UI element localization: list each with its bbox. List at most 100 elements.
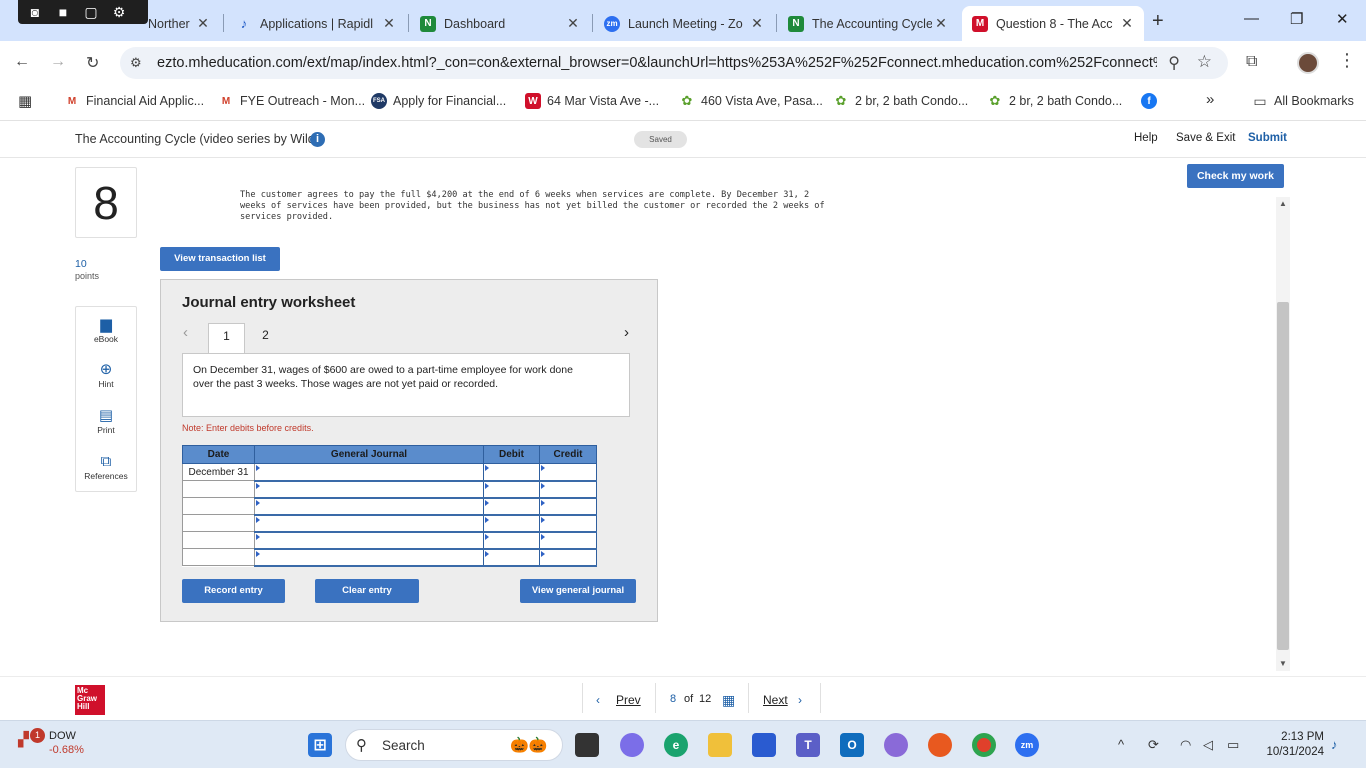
taskbar-search[interactable]: ⚲ Search 🎃🎃	[345, 729, 563, 761]
zoom-app-icon[interactable]: zm	[1015, 733, 1039, 757]
task-view-icon[interactable]	[575, 733, 599, 757]
stock-widget[interactable]: DOW -0.68%	[49, 729, 84, 757]
clear-entry-button[interactable]: Clear entry	[315, 579, 419, 603]
network-sync-icon[interactable]: ⟳	[1148, 737, 1159, 753]
next-chevron-icon[interactable]: ›	[798, 693, 802, 707]
site-settings-icon[interactable]: ⚙	[130, 55, 142, 71]
bookmark-item[interactable]: ✿ 460 Vista Ave, Pasa...	[679, 93, 823, 109]
minimize-button[interactable]: —	[1244, 10, 1259, 27]
gear-icon[interactable]: ⚙	[110, 4, 128, 21]
copilot-icon[interactable]	[620, 733, 644, 757]
bookmark-item[interactable]: ✿ 2 br, 2 bath Condo...	[987, 93, 1123, 109]
debit-input[interactable]	[483, 497, 540, 516]
bookmark-star-icon[interactable]: ☆	[1197, 52, 1212, 72]
worksheet-tab-2[interactable]: 2	[247, 323, 284, 353]
teams-icon[interactable]: T	[796, 733, 820, 757]
close-tab-icon[interactable]: ✕	[932, 15, 950, 32]
omnibox[interactable]: ⚙ ezto.mheducation.com/ext/map/index.htm…	[120, 47, 1228, 79]
maximize-button[interactable]: ❐	[1290, 10, 1303, 28]
zoom-magnifier-icon[interactable]: ⚲	[1168, 53, 1180, 73]
scroll-up-icon[interactable]: ▲	[1276, 199, 1290, 208]
debit-input[interactable]	[483, 463, 540, 482]
scroll-down-icon[interactable]: ▼	[1276, 659, 1290, 668]
profile-avatar[interactable]	[1297, 52, 1319, 74]
extensions-icon[interactable]: ⧉	[1246, 53, 1257, 71]
record-entry-button[interactable]: Record entry	[182, 579, 285, 603]
debit-input[interactable]	[483, 548, 540, 567]
submit-link[interactable]: Submit	[1248, 132, 1287, 144]
worksheet-prev-chevron-icon[interactable]: ‹	[183, 324, 188, 341]
date-cell[interactable]	[182, 548, 255, 566]
back-button[interactable]: ←	[14, 53, 30, 71]
file-explorer-icon[interactable]	[708, 733, 732, 757]
scrollbar-thumb[interactable]	[1277, 302, 1289, 650]
prev-button[interactable]: Prev	[616, 693, 641, 707]
bookmarks-overflow-button[interactable]: »	[1206, 91, 1214, 108]
microsoft-store-icon[interactable]	[752, 733, 776, 757]
browser-tab-active[interactable]: M Question 8 - The Acc ✕	[962, 6, 1144, 41]
close-tab-icon[interactable]: ✕	[564, 15, 582, 32]
date-cell[interactable]	[182, 531, 255, 549]
browser-menu-icon[interactable]: ⋮	[1338, 50, 1356, 71]
reload-button[interactable]: ↻	[86, 53, 99, 73]
window-icon[interactable]: ▢	[82, 4, 100, 21]
date-cell[interactable]	[182, 480, 255, 498]
debit-input[interactable]	[483, 480, 540, 499]
content-scrollbar[interactable]: ▲ ▼	[1276, 197, 1290, 671]
next-button[interactable]: Next	[763, 693, 788, 707]
debit-input[interactable]	[483, 514, 540, 533]
print-button[interactable]: ▤ Print	[76, 408, 136, 436]
ebook-button[interactable]: ▆ eBook	[76, 317, 136, 345]
url-text[interactable]: ezto.mheducation.com/ext/map/index.html?…	[157, 55, 1157, 71]
browser-tab[interactable]: N Dashboard ✕	[410, 6, 590, 41]
references-button[interactable]: ⧉ References	[76, 454, 136, 482]
tray-overflow-icon[interactable]: ^	[1118, 737, 1124, 752]
outlook-icon[interactable]: O	[840, 733, 864, 757]
general-journal-input[interactable]	[254, 514, 484, 533]
credit-input[interactable]	[539, 548, 597, 567]
wifi-icon[interactable]: ◠	[1180, 737, 1191, 753]
bookmark-item[interactable]: M FYE Outreach - Mon...	[218, 93, 365, 109]
general-journal-input[interactable]	[254, 548, 484, 567]
debit-input[interactable]	[483, 531, 540, 550]
camera-icon[interactable]: ◙	[26, 4, 44, 20]
worksheet-next-chevron-icon[interactable]: ›	[624, 324, 629, 341]
view-transaction-list-button[interactable]: View transaction list	[160, 247, 280, 271]
bookmark-item[interactable]: ✿ 2 br, 2 bath Condo...	[833, 93, 969, 109]
save-exit-link[interactable]: Save & Exit	[1176, 132, 1235, 144]
credit-input[interactable]	[539, 497, 597, 516]
edge-icon[interactable]: e	[664, 733, 688, 757]
chrome-icon[interactable]	[972, 733, 996, 757]
credit-input[interactable]	[539, 514, 597, 533]
bookmark-item[interactable]: M Financial Aid Applic...	[64, 93, 204, 109]
general-journal-input[interactable]	[254, 497, 484, 516]
all-bookmarks-button[interactable]: ▭ All Bookmarks	[1252, 93, 1354, 109]
close-tab-icon[interactable]: ✕	[748, 15, 766, 32]
volume-icon[interactable]: ◁	[1203, 737, 1213, 753]
help-link[interactable]: Help	[1134, 132, 1158, 144]
browser-tab[interactable]: ♪ Applications | Rapidl ✕	[226, 6, 406, 41]
date-cell[interactable]	[182, 497, 255, 515]
notification-bell-icon[interactable]: ♪	[1331, 737, 1338, 752]
info-icon[interactable]: i	[310, 132, 325, 147]
prev-chevron-icon[interactable]: ‹	[596, 693, 600, 707]
firefox-icon[interactable]	[928, 733, 952, 757]
credit-input[interactable]	[539, 480, 597, 499]
bookmark-item[interactable]: W 64 Mar Vista Ave -...	[525, 93, 659, 109]
battery-icon[interactable]: ▭	[1227, 737, 1239, 753]
forward-button[interactable]: →	[50, 53, 66, 71]
bookmark-item[interactable]: f	[1141, 93, 1157, 109]
credit-input[interactable]	[539, 463, 597, 482]
question-grid-icon[interactable]: ▦	[722, 692, 735, 709]
date-cell[interactable]: December 31	[182, 463, 255, 481]
system-clock[interactable]: 2:13 PM 10/31/2024	[1258, 730, 1324, 760]
close-window-button[interactable]: ✕	[1336, 10, 1349, 28]
browser-tab[interactable]: zm Launch Meeting - Zo ✕	[594, 6, 774, 41]
new-tab-button[interactable]: +	[1152, 10, 1164, 33]
general-journal-input[interactable]	[254, 531, 484, 550]
windows-start-icon[interactable]: ⊞	[308, 733, 332, 757]
view-general-journal-button[interactable]: View general journal	[520, 579, 636, 603]
date-cell[interactable]	[182, 514, 255, 532]
general-journal-input[interactable]	[254, 480, 484, 499]
general-journal-input[interactable]	[254, 463, 484, 482]
